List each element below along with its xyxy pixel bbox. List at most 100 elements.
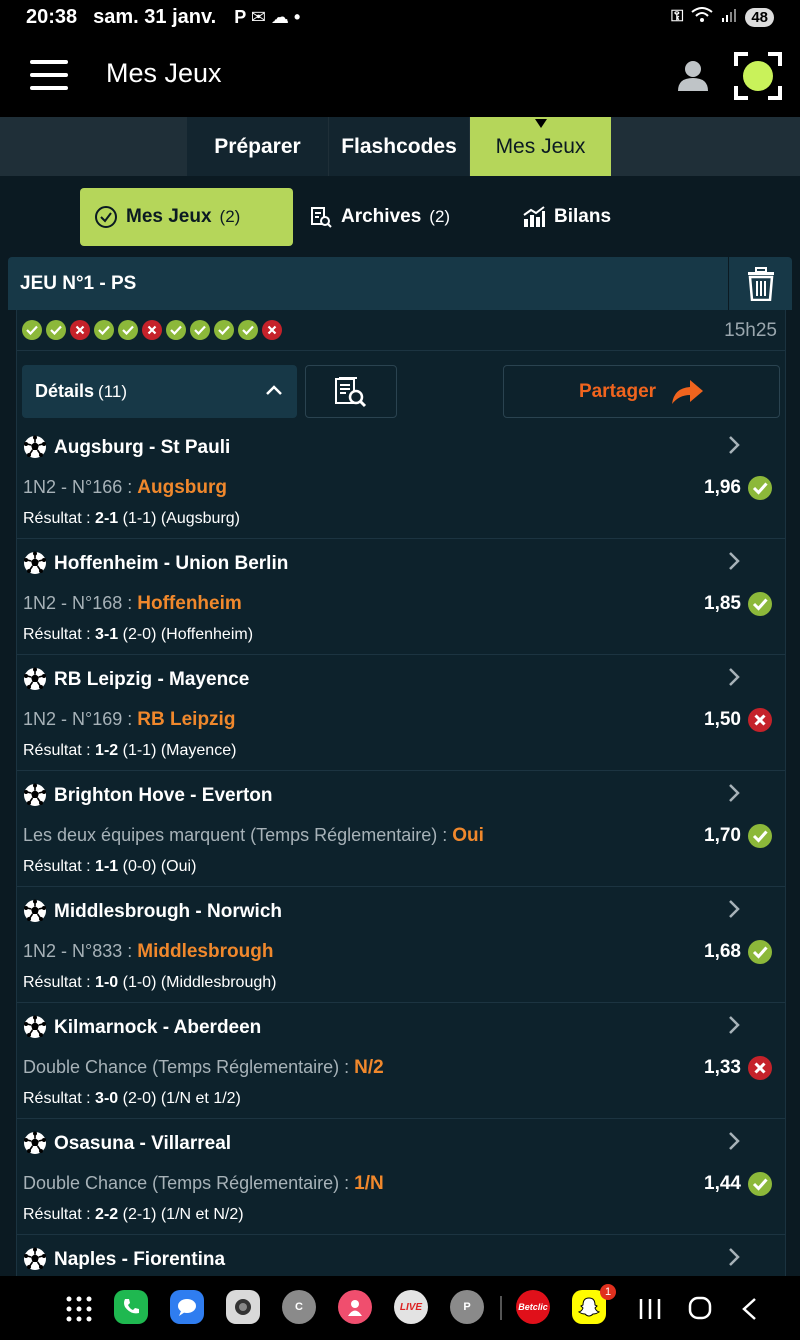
details-toggle-button[interactable]: Détails (11) (22, 365, 297, 418)
menu-icon[interactable] (30, 60, 68, 90)
subtab-bilans-label: Bilans (554, 206, 612, 227)
phone-app-icon[interactable] (114, 1290, 148, 1324)
market-label: 1N2 - N°169 : (23, 709, 133, 729)
betclic-app-icon[interactable]: Betclic (516, 1290, 550, 1324)
status-time: 20:38 (26, 5, 78, 28)
match-teams: Osasuna - Villarreal (54, 1133, 232, 1154)
chrome-c-app-icon[interactable]: C (282, 1290, 316, 1324)
chevron-right-icon[interactable] (727, 667, 741, 692)
result-detail: (1-1) (Augsburg) (122, 510, 240, 527)
match-result: Résultat : 2-2 (2-1) (1/N et N/2) (23, 1206, 244, 1224)
result-detail: (1-0) (Middlesbrough) (122, 974, 277, 991)
won-check-icon (22, 320, 42, 340)
result-detail: (1-1) (Mayence) (122, 742, 237, 759)
tab-preparer[interactable]: Préparer (187, 117, 328, 176)
result-detail: (2-0) (1/N et 1/2) (122, 1090, 241, 1107)
share-arrow-icon (672, 379, 704, 404)
chevron-right-icon[interactable] (727, 1247, 741, 1272)
pink-app-icon[interactable] (338, 1290, 372, 1324)
lost-cross-icon (747, 1055, 773, 1086)
share-label: Partager (578, 380, 657, 402)
details-count: (11) (98, 381, 128, 401)
result-score: 2-1 (95, 510, 119, 527)
chevron-right-icon[interactable] (727, 1015, 741, 1040)
bet-market: Les deux équipes marquent (Temps Régleme… (23, 825, 484, 847)
result-score: 1-2 (95, 742, 119, 759)
won-check-icon (46, 320, 66, 340)
lost-cross-icon (142, 320, 162, 340)
divider (500, 1296, 502, 1320)
home-icon[interactable] (688, 1296, 712, 1325)
back-icon[interactable] (740, 1297, 758, 1326)
match-teams: Hoffenheim - Union Berlin (54, 553, 289, 574)
vpn-key-icon: ⚿ (671, 8, 684, 25)
tab-mes-jeux[interactable]: Mes Jeux (470, 117, 611, 176)
subtab-archives-label: Archives (341, 206, 422, 227)
sub-tabs: Mes Jeux (2) Archives (2) Bilans (0, 176, 800, 258)
active-tab-arrow-icon (534, 119, 547, 128)
bet-market: 1N2 - N°168 : Hoffenheim (23, 593, 242, 615)
bet-odds: 1,33 (704, 1057, 741, 1078)
bet-market: 1N2 - N°166 : Augsburg (23, 477, 227, 499)
snapchat-app-icon[interactable]: 1 (572, 1284, 616, 1324)
won-check-icon (94, 320, 114, 340)
subtab-archives-count: (2) (429, 207, 451, 226)
user-icon[interactable] (676, 58, 710, 92)
chevron-right-icon[interactable] (727, 899, 741, 924)
messages-app-icon[interactable] (170, 1290, 204, 1324)
chevron-right-icon[interactable] (727, 783, 741, 808)
match-row[interactable]: Kilmarnock - Aberdeen Double Chance (Temp… (17, 1003, 785, 1119)
clock-check-icon (95, 206, 117, 228)
details-label: Détails (35, 381, 95, 401)
chevron-right-icon[interactable] (727, 1131, 741, 1156)
match-row[interactable]: Hoffenheim - Union Berlin 1N2 - N°168 : H… (17, 539, 785, 655)
delete-button[interactable] (728, 257, 792, 310)
result-label: Résultat : (23, 626, 91, 643)
result-detail: (0-0) (Oui) (122, 858, 197, 875)
won-check-icon (214, 320, 234, 340)
bet-pick: Augsburg (137, 477, 227, 498)
match-result: Résultat : 1-2 (1-1) (Mayence) (23, 742, 236, 760)
won-check-icon (238, 320, 258, 340)
view-ticket-button[interactable] (305, 365, 397, 418)
match-row[interactable]: Middlesbrough - Norwich 1N2 - N°833 : Mid… (17, 887, 785, 1003)
match-row[interactable]: Brighton Hove - Everton Les deux équipes … (17, 771, 785, 887)
match-row[interactable]: Augsburg - St Pauli 1N2 - N°166 : Augsbur… (17, 423, 785, 539)
won-check-icon (747, 939, 773, 970)
outcome-dots (22, 320, 282, 340)
trash-icon (747, 266, 774, 301)
match-row[interactable]: Osasuna - Villarreal Double Chance (Temps… (17, 1119, 785, 1235)
status-bar: 20:38 sam. 31 janv. P ✉ ☁ • ⚿ 48 (0, 0, 800, 34)
match-row[interactable]: RB Leipzig - Mayence 1N2 - N°169 : RB Lei… (17, 655, 785, 771)
match-teams: Augsburg - St Pauli (54, 437, 231, 458)
match-row[interactable]: Naples - Fiorentina (17, 1235, 785, 1276)
subtab-archives[interactable]: Archives (2) (309, 188, 479, 246)
subtab-bilans[interactable]: Bilans (522, 188, 642, 246)
match-teams: Brighton Hove - Everton (54, 785, 273, 806)
chrome-p-app-icon[interactable]: P (450, 1290, 484, 1324)
bet-odds: 1,68 (704, 941, 741, 962)
result-score: 1-1 (95, 858, 119, 875)
stats-chart-icon (523, 206, 545, 227)
subtab-mes-jeux-label: Mes Jeux (126, 206, 212, 227)
chevron-right-icon[interactable] (727, 551, 741, 576)
scan-icon[interactable] (734, 52, 782, 100)
match-result: Résultat : 2-1 (1-1) (Augsburg) (23, 510, 240, 528)
live-app-icon[interactable]: LIVE (394, 1290, 428, 1324)
bet-pick: N/2 (354, 1057, 384, 1078)
bet-market: Double Chance (Temps Réglementaire) : 1/… (23, 1173, 384, 1195)
tab-flashcodes[interactable]: Flashcodes (329, 117, 469, 176)
apps-grid-icon[interactable] (66, 1296, 92, 1327)
archive-search-icon (311, 207, 332, 228)
subtab-mes-jeux-count: (2) (219, 207, 241, 226)
bet-header[interactable]: JEU N°1 - PS (8, 257, 792, 310)
bet-odds: 1,70 (704, 825, 741, 846)
bet-market: Double Chance (Temps Réglementaire) : N/… (23, 1057, 384, 1079)
document-search-icon (335, 376, 367, 407)
subtab-mes-jeux[interactable]: Mes Jeux (2) (80, 188, 293, 246)
share-button[interactable]: Partager (503, 365, 780, 418)
recent-apps-icon[interactable] (638, 1298, 662, 1325)
camera-app-icon[interactable] (226, 1290, 260, 1324)
chevron-right-icon[interactable] (727, 435, 741, 460)
bet-time: 15h25 (724, 320, 777, 341)
